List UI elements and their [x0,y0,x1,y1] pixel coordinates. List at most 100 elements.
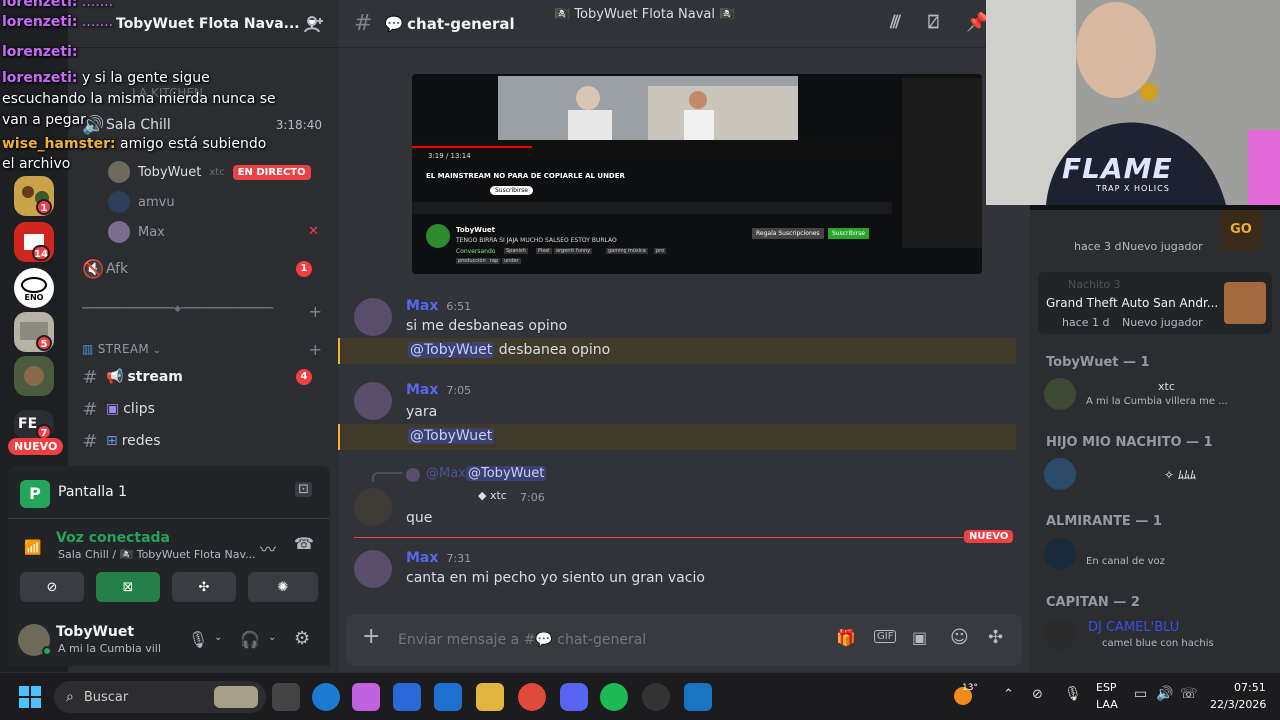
activities-button[interactable]: ✣ [172,572,236,602]
channel-clips[interactable]: # ▣ clips [76,394,330,424]
mic-icon[interactable]: 🎙 [188,630,208,649]
video-thumbnail[interactable] [498,76,798,140]
avatar[interactable] [354,298,392,336]
signal-icon: 📶 [24,540,42,556]
volume-icon[interactable]: 🔊 [1156,686,1173,702]
headphones-icon[interactable]: 🎧 [240,630,260,649]
edge-icon[interactable] [312,683,340,711]
taskbar-search[interactable]: ⌕ Buscar [54,681,266,713]
reply-author[interactable]: @Max [426,466,466,481]
stream-preview-embed[interactable]: 3:19 / 13:14 EL MAINSTREAM NO PARA DE CO… [412,74,982,274]
add-attachment-icon[interactable]: + [362,624,380,649]
user-status: A mi la Cumbia vill [58,642,161,655]
message-mention-row[interactable]: @TobyWuet [338,424,1016,450]
language-layout[interactable]: LAA [1096,698,1118,711]
voice-channel-sala-chill[interactable]: 🔊 Sala Chill 3:18:40 [76,110,330,140]
spotify-icon[interactable] [600,683,628,711]
member-row[interactable]: DJ CAMEL'BLU camel blue con hachis [1044,618,1214,650]
message-text: canta en mi pecho yo siento un gran vaci… [406,570,705,586]
sticker-icon[interactable]: ▣ [912,628,927,647]
threads-icon[interactable]: ⫻ [890,12,901,33]
video-title: EL MAINSTREAM NO PARA DE COPIARLE AL UND… [426,172,625,180]
voice-user-tobywuet[interactable]: TobyWuet xtc EN DIRECTO [108,158,311,186]
gif-icon[interactable]: GIF [874,630,897,643]
member-row[interactable]: xtc A mi la Cumbia villera me ... [1044,378,1228,410]
obs-icon[interactable] [642,683,670,711]
add-channel-icon[interactable]: + [309,302,322,321]
message-time: 7:06 [520,491,545,504]
copilot-icon[interactable] [352,683,380,711]
clock-date[interactable]: 22/3/2026 [1210,698,1266,711]
server-header[interactable]: TobyWuet Flota Nava... ▼ [68,0,338,48]
disconnect-icon[interactable]: ☎ [294,534,314,553]
message-author[interactable]: Max 7:31 [406,550,471,566]
message-author[interactable]: Max 6:51 [406,298,471,314]
camera-off-button[interactable]: ⊘ [20,572,84,602]
tag: Pixel [536,248,552,254]
message-mention-row[interactable]: @TobyWuet desbanea opino [338,338,1016,364]
notification-icon[interactable]: ☏ [1180,686,1198,702]
discord-icon[interactable] [560,683,588,711]
author-name: Max [406,550,439,566]
voice-location[interactable]: Sala Chill / 🏴‍☠️ TobyWuet Flota Nav... [58,548,256,561]
channel-stream[interactable]: # 📢 stream 4 [76,362,330,392]
voice-user-amvu[interactable]: amvu [108,188,175,216]
nuevo-pill[interactable]: NUEVO [8,438,64,455]
user-name[interactable]: TobyWuet [56,624,134,640]
server-icon[interactable] [14,356,54,396]
store-icon[interactable] [393,683,421,711]
voice-channel-afk[interactable]: 🔇 Afk 1 [76,254,330,284]
network-off-icon[interactable]: ⊘ [1032,687,1043,702]
server-icon[interactable]: ENO [14,268,54,308]
member-group-title: TobyWuet — 1 [1046,355,1150,370]
activity-game: Grand Theft Auto San Andr... [1046,296,1219,310]
divider-channel[interactable]: ━━━━━━━━━━━━━━━━━◆━━━━━━━━━━━━━━━━━ [82,304,292,318]
voice-user-max[interactable]: Max [108,218,165,246]
user-mention[interactable]: @TobyWuet [408,342,495,358]
voice-status[interactable]: Voz conectada [56,530,170,546]
channel-redes[interactable]: # ⊞ redes [76,426,330,456]
windows-start-icon[interactable] [18,685,42,709]
soundboard-button[interactable]: ✺ [248,572,318,602]
activity-card[interactable]: Nachito 3 Grand Theft Auto San Andr... h… [1038,272,1272,334]
app-icon[interactable] [684,683,712,711]
settings-gear-icon[interactable]: ⚙ [294,628,310,649]
embed-desc: TENGO BIRRA SI JAJA MUCHO SALSEO ESTOY B… [456,237,617,244]
message-input[interactable] [398,626,798,654]
language[interactable]: ESP [1096,681,1117,694]
chrome-icon[interactable] [518,683,546,711]
avatar[interactable] [354,550,392,588]
add-user-icon[interactable] [304,14,324,34]
tag: pro [654,248,667,254]
emoji-icon[interactable]: ☺ [950,627,969,648]
noise-suppression-icon[interactable]: 〰 [260,536,276,560]
screen-share-icon: P [20,480,50,508]
chevron-down-icon[interactable]: ⌄ [214,632,222,643]
screen-share-button[interactable]: ⊠ [96,572,160,602]
message-author[interactable]: Max 7:05 [406,382,471,398]
hash-icon: # [82,398,98,420]
apps-icon[interactable]: ✣ [988,627,1003,648]
avatar[interactable] [354,382,392,420]
clock-time[interactable]: 07:51 [1234,681,1266,694]
mute-notifications-icon[interactable]: ⍁ [928,12,939,33]
member-row[interactable]: En canal de voz [1044,538,1165,570]
reply-mention[interactable]: @TobyWuet [466,466,547,481]
chevron-down-icon[interactable]: ⌄ [268,632,276,643]
popout-icon[interactable]: ⊡ [295,482,312,497]
gift-icon[interactable]: 🎁 [836,628,856,647]
category-stream[interactable]: ▥ STREAM ⌄ [82,342,161,356]
embed-sidebar-thumb [902,78,982,248]
microphone-icon[interactable]: 🎙 [1064,686,1082,702]
activity-ago: hace 1 d [1062,316,1110,329]
add-channel-icon[interactable]: + [309,340,322,359]
avatar[interactable] [354,488,392,526]
chevron-up-icon[interactable]: ⌃ [1003,687,1014,702]
explorer-icon[interactable] [476,683,504,711]
display-icon[interactable]: ▭ [1134,686,1147,702]
task-view-icon[interactable] [272,683,300,711]
outlook-icon[interactable] [434,683,462,711]
user-mention[interactable]: @TobyWuet [408,428,495,444]
member-row[interactable]: ✧ ﾑﾑﾑ [1044,458,1196,490]
member-name: ✧ ﾑﾑﾑ [1164,468,1196,482]
